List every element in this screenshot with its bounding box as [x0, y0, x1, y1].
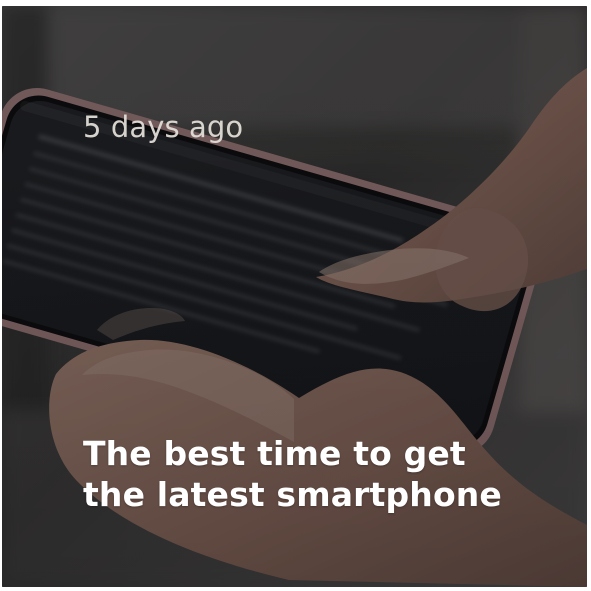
post-timestamp: 5 days ago — [83, 110, 244, 144]
article-title[interactable]: The best time to get the latest smartpho… — [83, 433, 533, 516]
article-card[interactable]: 5 days ago The best time to get the late… — [2, 6, 587, 587]
